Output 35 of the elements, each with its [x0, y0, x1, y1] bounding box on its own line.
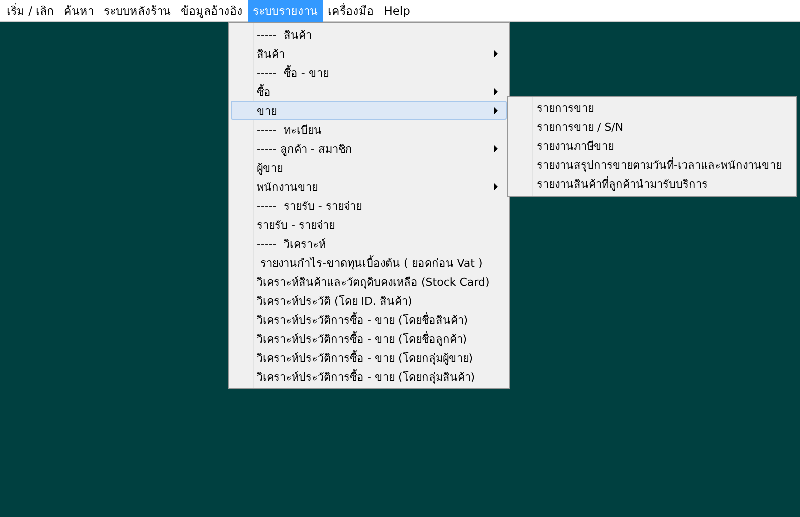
- menu-entry[interactable]: ----- วิเคราะห์: [231, 234, 507, 253]
- menu-entry[interactable]: วิเคราะห์ประวัติการซื้อ - ขาย (โดยกลุ่มผู้ขาย): [231, 348, 507, 367]
- menu-item[interactable]: Help: [379, 0, 416, 22]
- menu-entry[interactable]: วิเคราะห์ประวัติการซื้อ - ขาย (โดยชื่อลูกค้า): [231, 329, 507, 348]
- menu-entry[interactable]: รายงานสรุปการขายตามวันที่-เวลาและพนักงานขาย: [510, 156, 794, 175]
- menu-item[interactable]: ค้นหา: [59, 0, 100, 22]
- menu-entry[interactable]: รายการขาย / S/N: [510, 118, 794, 137]
- menu-entry[interactable]: รายการขาย: [510, 99, 794, 118]
- menu-entry[interactable]: วิเคราะห์ประวัติการซื้อ - ขาย (โดยชื่อสินค้า): [231, 310, 507, 329]
- menu-entry[interactable]: รายงานกำไร-ขาดทุนเบื้องต้น ( ยอดก่อน Vat ): [231, 253, 507, 272]
- menu-item[interactable]: ระบบหลังร้าน: [99, 0, 176, 22]
- menu-item[interactable]: เริ่ม / เลิก: [2, 0, 60, 22]
- menu-entry[interactable]: รายงานสินค้าที่ลูกค้านำมารับบริการ: [510, 175, 794, 194]
- submenu-arrow-icon: [494, 182, 498, 190]
- menu-entry[interactable]: วิเคราะห์ประวัติ (โดย ID. สินค้า): [231, 291, 507, 310]
- submenu-arrow-icon: [494, 144, 498, 152]
- menu-entry[interactable]: รายรับ - รายจ่าย: [231, 215, 507, 234]
- menu-entry[interactable]: ----- ทะเบียน: [231, 120, 507, 139]
- menu-entry[interactable]: วิเคราะห์สินค้าและวัตถุดิบคงเหลือ (Stock Card): [231, 272, 507, 291]
- submenu-arrow-icon: [494, 88, 498, 96]
- menu-item[interactable]: ข้อมูลอ้างอิง: [176, 0, 248, 22]
- menu-entry[interactable]: ขาย: [231, 101, 507, 120]
- menu-entry[interactable]: สินค้า: [231, 44, 507, 63]
- submenu-arrow-icon: [494, 106, 498, 114]
- menu-entry[interactable]: ----- รายรับ - รายจ่าย: [231, 196, 507, 215]
- menu-entry[interactable]: ผู้ขาย: [231, 158, 507, 177]
- menu-entry[interactable]: รายงานภาษีขาย: [510, 137, 794, 156]
- menu-entry[interactable]: ----- ซื้อ - ขาย: [231, 63, 507, 82]
- menu-entry[interactable]: ----- สินค้า: [231, 25, 507, 44]
- submenu-arrow-icon: [494, 50, 498, 58]
- menu-item[interactable]: เครื่องมือ: [323, 0, 380, 22]
- menu-entry[interactable]: พนักงานขาย: [231, 177, 507, 196]
- menu-entry[interactable]: วิเคราะห์ประวัติการซื้อ - ขาย (โดยกลุ่มสินค้า): [231, 367, 507, 386]
- menu-entry[interactable]: ----- ลูกค้า - สมาชิก: [231, 139, 507, 158]
- menu-entry[interactable]: ซื้อ: [231, 82, 507, 101]
